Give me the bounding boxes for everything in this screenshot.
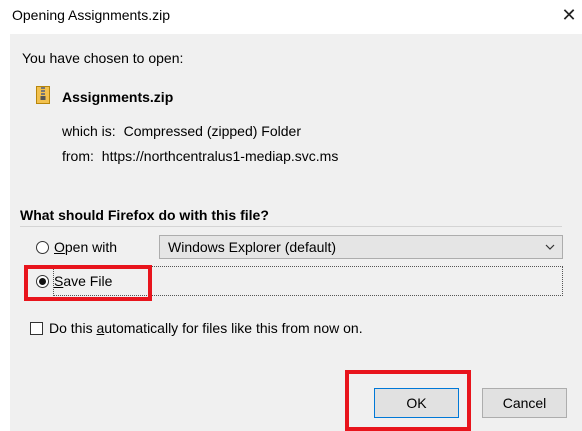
action-question: What should Firefox do with this file? bbox=[20, 207, 269, 223]
file-name: Assignments.zip bbox=[62, 89, 174, 105]
auto-action-checkbox-box[interactable] bbox=[30, 321, 43, 335]
chevron-down-icon bbox=[545, 244, 555, 250]
file-type-value: Compressed (zipped) Folder bbox=[123, 123, 301, 139]
file-source-value: https://northcentralus1-mediap.svc.ms bbox=[101, 148, 339, 164]
dialog-body: You have chosen to open: Assignments.zip… bbox=[10, 34, 582, 431]
dialog-title: Opening Assignments.zip bbox=[12, 7, 170, 23]
open-with-app-select[interactable]: Windows Explorer (default) bbox=[159, 235, 563, 259]
ok-highlight-box bbox=[345, 370, 471, 431]
save-file-highlight-box bbox=[24, 265, 152, 301]
auto-action-before: Do this bbox=[49, 320, 97, 336]
close-icon[interactable]: ✕ bbox=[556, 2, 582, 28]
file-source-row: from: https://northcentralus1-mediap.svc… bbox=[62, 148, 338, 164]
file-type-row: which is: Compressed (zipped) Folder bbox=[62, 123, 301, 139]
open-with-accel: O bbox=[54, 239, 65, 255]
auto-action-after: utomatically for files like this from no… bbox=[104, 320, 363, 336]
intro-text: You have chosen to open: bbox=[22, 50, 184, 66]
cancel-button[interactable]: Cancel bbox=[482, 388, 567, 418]
auto-action-label: Do this automatically for files like thi… bbox=[49, 320, 363, 336]
download-dialog: Opening Assignments.zip ✕ You have chose… bbox=[0, 0, 582, 431]
divider bbox=[20, 226, 562, 227]
file-source-label: from: bbox=[62, 148, 94, 164]
title-bar: Opening Assignments.zip ✕ bbox=[0, 0, 582, 30]
zip-folder-icon bbox=[36, 86, 50, 104]
open-with-label-rest: pen with bbox=[64, 239, 118, 255]
open-with-app-value: Windows Explorer (default) bbox=[168, 239, 337, 255]
open-with-label: Open with bbox=[54, 239, 117, 255]
open-with-radio-circle[interactable] bbox=[36, 240, 49, 254]
file-type-label: which is: bbox=[62, 123, 116, 139]
auto-action-checkbox[interactable]: Do this automatically for files like thi… bbox=[30, 318, 363, 338]
open-with-radio[interactable]: Open with bbox=[36, 236, 117, 258]
